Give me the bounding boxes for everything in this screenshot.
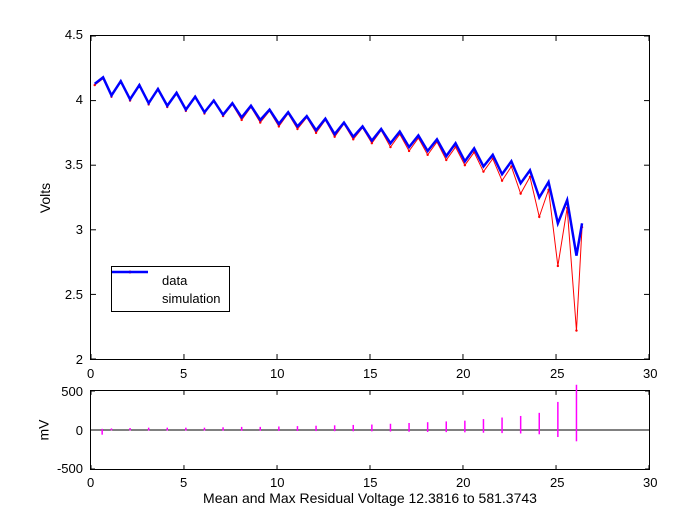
xtick: 15 <box>363 366 377 381</box>
xtick: 30 <box>643 475 657 490</box>
ytick: 500 <box>61 384 83 399</box>
legend[interactable]: data simulation <box>111 266 230 312</box>
bottom-ylabel: mV <box>36 420 52 441</box>
top-axes: 2 2.5 3 3.5 4 4.5 0 5 10 15 20 25 30 <box>90 35 650 360</box>
ytick: 2 <box>76 352 83 367</box>
ytick: 4 <box>76 92 83 107</box>
xtick: 0 <box>87 366 94 381</box>
xtick: 30 <box>643 366 657 381</box>
xtick: 20 <box>456 366 470 381</box>
xtick: 20 <box>456 475 470 490</box>
top-ylabel: Volts <box>37 183 53 213</box>
figure: 2 2.5 3 3.5 4 4.5 0 5 10 15 20 25 30 <box>0 0 700 525</box>
xtick: 15 <box>363 475 377 490</box>
ytick: 3.5 <box>65 157 83 172</box>
xtick: 0 <box>87 475 94 490</box>
bottom-xlabel: Mean and Max Residual Voltage 12.3816 to… <box>90 490 650 506</box>
ytick: 4.5 <box>65 27 83 42</box>
simulation-series <box>95 77 582 255</box>
xtick: 10 <box>270 366 284 381</box>
xtick: 25 <box>550 475 564 490</box>
xtick: 25 <box>550 366 564 381</box>
ytick: 3 <box>76 222 83 237</box>
xtick: 5 <box>180 366 187 381</box>
ytick: 0 <box>76 423 83 438</box>
xtick: 5 <box>180 475 187 490</box>
ytick: -500 <box>57 461 83 476</box>
residual-series <box>102 385 576 442</box>
legend-item-simulation: simulation <box>120 289 221 307</box>
xtick: 10 <box>270 475 284 490</box>
bottom-axes: -500 0 500 0 5 10 15 20 25 30 <box>90 390 650 470</box>
ytick: 2.5 <box>65 287 83 302</box>
bottom-plot-svg <box>91 391 649 469</box>
